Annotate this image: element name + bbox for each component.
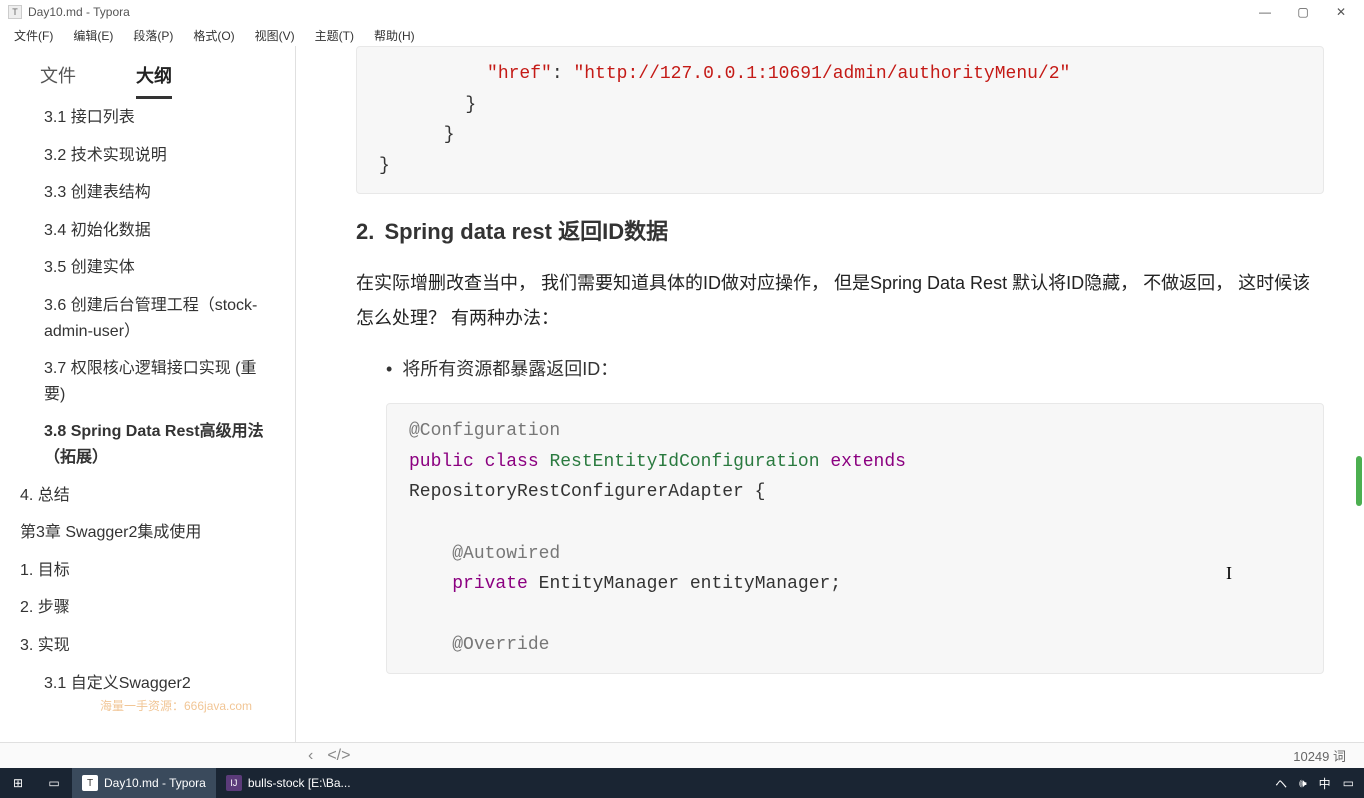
outline-item[interactable]: 3.2 技术实现说明 [20,137,275,175]
code-annotation: @Autowired [452,544,560,564]
outline-item[interactable]: 2. 步骤 [20,589,275,627]
system-tray: ヘ 🕪 中 ▭ [1275,775,1364,792]
code-keyword: extends [830,452,906,472]
main-area: 文件 大纲 3.1 接口列表3.2 技术实现说明3.3 创建表结构3.4 初始化… [0,46,1364,742]
outline-list[interactable]: 3.1 接口列表3.2 技术实现说明3.3 创建表结构3.4 初始化数据3.5 … [0,99,295,742]
outline-item[interactable]: 3.1 自定义Swagger2 [20,665,275,703]
taskbar-app-idea[interactable]: IJ bulls-stock [E:\Ba... [216,768,361,798]
windows-icon: ⊞ [10,775,26,791]
taskbar-app-typora[interactable]: T Day10.md - Typora [72,768,216,798]
close-button[interactable]: ✕ [1334,5,1348,19]
code-text: : [552,64,574,84]
menu-theme[interactable]: 主题(T) [307,25,362,46]
bullet-text: 将所有资源都暴露返回ID： [402,353,618,385]
outline-item[interactable]: 1. 目标 [20,552,275,590]
outline-item[interactable]: 4. 总结 [20,477,275,515]
tray-chevron-icon[interactable]: ヘ [1275,775,1287,792]
start-button[interactable]: ⊞ [0,768,36,798]
outline-item[interactable]: 3.4 初始化数据 [20,212,275,250]
menu-format[interactable]: 格式(O) [185,25,242,46]
nav-code-icon[interactable]: </> [327,747,350,765]
ime-indicator[interactable]: 中 [1319,775,1331,792]
notifications-icon[interactable]: ▭ [1343,776,1354,790]
outline-item[interactable]: 3.5 创建实体 [20,249,275,287]
code-block-java[interactable]: @Configuration public class RestEntityId… [386,403,1324,674]
bullet-list: • 将所有资源都暴露返回ID： [386,353,1324,385]
code-text: } [379,125,455,145]
task-view-button[interactable]: ▭ [36,768,72,798]
heading-text: Spring data rest 返回ID数据 [384,219,668,244]
code-annotation: @Configuration [409,421,560,441]
code-key: "href" [487,64,552,84]
window-controls: — ▢ ✕ [1258,5,1356,19]
code-string: "http://127.0.0.1:10691/admin/authorityM… [573,64,1070,84]
idea-icon: IJ [226,775,242,791]
menu-file[interactable]: 文件(F) [6,25,61,46]
editor-content[interactable]: "href": "http://127.0.0.1:10691/admin/au… [296,46,1364,742]
outline-item[interactable]: 3.7 权限核心逻辑接口实现 (重要) [20,350,275,413]
outline-item[interactable]: 第3章 Swagger2集成使用 [20,514,275,552]
volume-icon[interactable]: 🕪 [1299,776,1307,791]
outline-item[interactable]: 3.8 Spring Data Rest高级用法（拓展） [20,413,275,476]
minimize-button[interactable]: — [1258,5,1272,19]
scroll-indicator[interactable] [1356,456,1362,506]
outline-item[interactable]: 3.3 创建表结构 [20,174,275,212]
heading-number: 2. [356,219,374,244]
code-keyword: private [452,574,528,594]
bullet-icon: • [386,353,392,385]
taskbar: ⊞ ▭ T Day10.md - Typora IJ bulls-stock [… [0,768,1364,798]
tab-file[interactable]: 文件 [40,62,76,99]
status-nav: ‹ </> [308,747,350,765]
titlebar: T Day10.md - Typora — ▢ ✕ [0,0,1364,24]
menu-help[interactable]: 帮助(H) [366,25,423,46]
code-keyword: public [409,452,474,472]
word-count[interactable]: 10249 词 [1293,746,1346,765]
app-icon: T [8,5,22,19]
paragraph: 在实际增删改查当中， 我们需要知道具体的ID做对应操作， 但是Spring Da… [356,266,1324,334]
menu-paragraph[interactable]: 段落(P) [125,25,181,46]
code-text: EntityManager entityManager; [539,574,841,594]
menu-edit[interactable]: 编辑(E) [65,25,121,46]
statusbar: ‹ </> 10249 词 [0,742,1364,768]
list-item: • 将所有资源都暴露返回ID： [386,353,1324,385]
outline-item[interactable]: 3.6 创建后台管理工程（stock-admin-user） [20,287,275,350]
tab-outline[interactable]: 大纲 [136,62,172,99]
taskbar-label: Day10.md - Typora [104,776,206,790]
taskview-icon: ▭ [46,775,62,791]
code-keyword: class [485,452,539,472]
code-text: } [379,95,476,115]
menubar: 文件(F) 编辑(E) 段落(P) 格式(O) 视图(V) 主题(T) 帮助(H… [0,24,1364,46]
window-title: Day10.md - Typora [28,5,1258,19]
code-class: RestEntityIdConfiguration [549,452,819,472]
code-text [379,64,487,84]
code-text: } [379,156,390,176]
taskbar-label: bulls-stock [E:\Ba... [248,776,351,790]
maximize-button[interactable]: ▢ [1296,5,1310,19]
sidebar-tabs: 文件 大纲 [0,46,295,99]
code-block-json[interactable]: "href": "http://127.0.0.1:10691/admin/au… [356,46,1324,194]
nav-back-icon[interactable]: ‹ [308,747,313,765]
menu-view[interactable]: 视图(V) [247,25,303,46]
sidebar: 文件 大纲 3.1 接口列表3.2 技术实现说明3.3 创建表结构3.4 初始化… [0,46,296,742]
code-text: RepositoryRestConfigurerAdapter { [409,482,765,502]
code-annotation: @Override [452,635,549,655]
outline-item[interactable]: 3. 实现 [20,627,275,665]
typora-icon: T [82,775,98,791]
section-heading: 2. Spring data rest 返回ID数据 [356,214,1324,246]
outline-item[interactable]: 3.1 接口列表 [20,99,275,137]
